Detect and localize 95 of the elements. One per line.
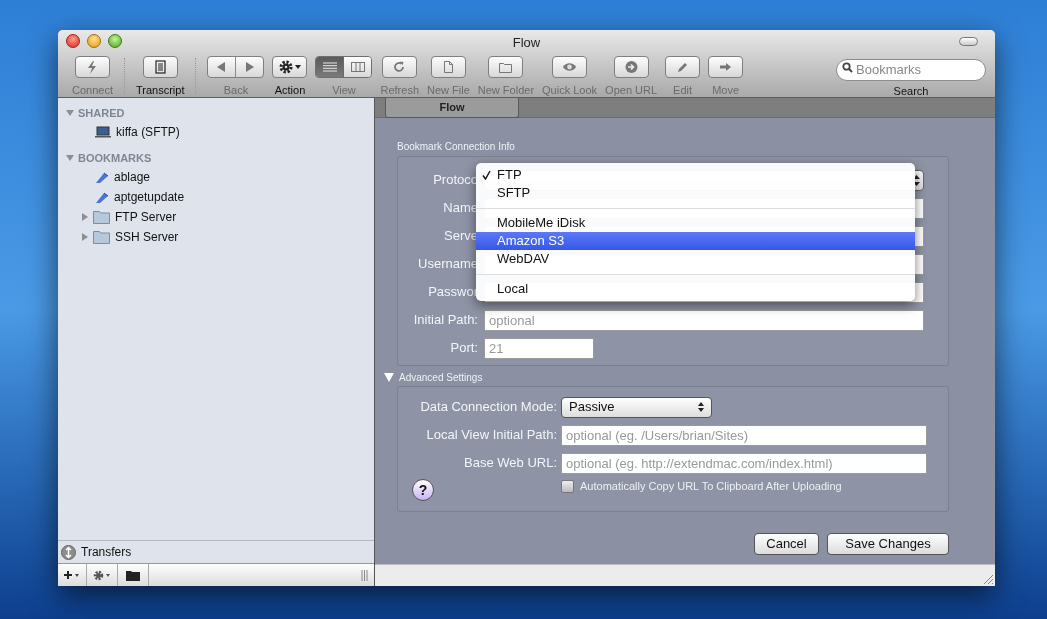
- folder-icon: [125, 569, 141, 581]
- sidebar-item[interactable]: ablage: [58, 167, 374, 187]
- field-label: Serve: [444, 227, 478, 246]
- toolbar-label: View: [332, 83, 356, 98]
- eye-icon: [562, 60, 578, 74]
- field-label: Data Connection Mode:: [420, 398, 557, 417]
- help-button[interactable]: ?: [412, 479, 434, 501]
- transfers-label: Transfers: [81, 544, 132, 561]
- menu-item[interactable]: FTP: [476, 166, 915, 184]
- toolbar-button[interactable]: [708, 56, 744, 78]
- group-title: Advanced Settings: [399, 371, 483, 385]
- action-menu-button[interactable]: [272, 56, 308, 78]
- sidebar-item[interactable]: FTP Server: [58, 207, 374, 227]
- group-title: Bookmark Connection Info: [397, 140, 516, 154]
- field-label: Port:: [450, 339, 478, 358]
- view-segment[interactable]: [344, 57, 372, 77]
- toolbar-label: Move: [712, 83, 740, 98]
- menu-item[interactable]: Local: [476, 280, 915, 298]
- toolbar-button[interactable]: [142, 56, 178, 78]
- disclosure-triangle-icon[interactable]: [81, 213, 89, 221]
- tab[interactable]: Flow: [385, 98, 519, 118]
- toolbar-label: New File: [427, 83, 470, 98]
- menu-item[interactable]: WebDAV: [476, 250, 915, 268]
- minimize-button[interactable]: [87, 34, 101, 48]
- menu-item[interactable]: MobileMe iDisk: [476, 214, 915, 232]
- arrow-circle-icon: [623, 60, 639, 74]
- disclosure-triangle-icon[interactable]: [384, 373, 394, 382]
- search-icon: [842, 62, 853, 73]
- field-label: Initial Path:: [413, 311, 478, 330]
- save-changes-button[interactable]: Save Changes: [827, 533, 949, 555]
- toolbar-button[interactable]: [552, 56, 588, 78]
- disclosure-triangle-icon[interactable]: [81, 233, 89, 241]
- zoom-button[interactable]: [108, 34, 122, 48]
- back-forward-control[interactable]: [207, 56, 265, 78]
- back-icon: [217, 62, 227, 72]
- bookmark-icon: [95, 170, 109, 184]
- view-segment[interactable]: [316, 57, 345, 77]
- input-field[interactable]: optional (eg. /Users/brian/Sites): [561, 424, 927, 446]
- sidebar-item[interactable]: kiffa (SFTP): [58, 122, 374, 142]
- toolbar-button[interactable]: [382, 56, 418, 78]
- mode-popup[interactable]: Passive: [561, 396, 712, 418]
- toolbar-label: Refresh: [380, 83, 419, 98]
- toolbar-label: New Folder: [477, 83, 535, 98]
- input-field[interactable]: optional: [484, 309, 924, 331]
- folder-icon: [498, 60, 514, 74]
- stepper-arrows-icon: [913, 174, 920, 186]
- transfers-icon: [61, 544, 76, 560]
- laptop-icon: [95, 126, 111, 138]
- stepper-arrows-icon: [698, 402, 704, 412]
- toolbar-label: Open URL: [605, 83, 658, 98]
- toolbar-label: Back: [223, 83, 249, 98]
- toolbar-label: Quick Look: [542, 83, 598, 98]
- window-title: Flow: [512, 34, 541, 52]
- toolbar-toggle-button[interactable]: [959, 37, 978, 46]
- menu-item[interactable]: Amazon S3: [476, 232, 915, 250]
- toolbar-label: Connect: [72, 83, 113, 98]
- input-field[interactable]: optional (eg. http://extendmac.com/index.html): [561, 452, 927, 474]
- list-view-icon: [323, 62, 337, 72]
- sidebar-item[interactable]: SSH Server: [58, 227, 374, 247]
- resize-handle-icon[interactable]: [361, 569, 368, 581]
- search-field[interactable]: Bookmarks: [836, 58, 986, 81]
- cancel-button[interactable]: Cancel: [754, 533, 819, 555]
- column-view-icon: [351, 62, 365, 72]
- resize-grip-icon[interactable]: [983, 574, 994, 585]
- toolbar-label: Transcript: [136, 83, 185, 98]
- section-header: SHARED: [78, 105, 125, 121]
- bookmark-icon: [95, 190, 109, 204]
- checkmark-icon: [482, 170, 491, 180]
- toolbar-button[interactable]: [430, 56, 466, 78]
- caret-icon: [295, 65, 301, 69]
- section-header: BOOKMARKS: [78, 150, 152, 166]
- folder-icon: [93, 230, 110, 244]
- menu-item[interactable]: SFTP: [476, 184, 915, 202]
- toolbar-button[interactable]: [613, 56, 649, 78]
- disclosure-triangle-icon[interactable]: [66, 154, 74, 162]
- plus-icon: [64, 570, 80, 580]
- toolbar-label: Edit: [673, 83, 693, 98]
- disclosure-triangle-icon[interactable]: [66, 109, 74, 117]
- forward-icon: [245, 62, 255, 72]
- checkbox[interactable]: [561, 479, 574, 493]
- folder-icon: [93, 210, 110, 224]
- toolbar-button[interactable]: [665, 56, 701, 78]
- toolbar-button[interactable]: [488, 56, 524, 78]
- toolbar-label: Action: [274, 83, 306, 98]
- search-label: Search: [893, 84, 929, 99]
- field-label: Base Web URL:: [464, 454, 557, 473]
- gear-icon: [93, 569, 111, 581]
- input-field[interactable]: 21: [484, 337, 594, 359]
- toolbar-button[interactable]: [75, 56, 110, 78]
- field-label: Local View Initial Path:: [426, 426, 557, 445]
- close-button[interactable]: [66, 34, 80, 48]
- checkbox-label: Automatically Copy URL To Clipboard After Uploading: [580, 479, 842, 494]
- sidebar-item[interactable]: aptgetupdate: [58, 187, 374, 207]
- gear-icon: [279, 60, 293, 74]
- document-icon: [152, 60, 168, 74]
